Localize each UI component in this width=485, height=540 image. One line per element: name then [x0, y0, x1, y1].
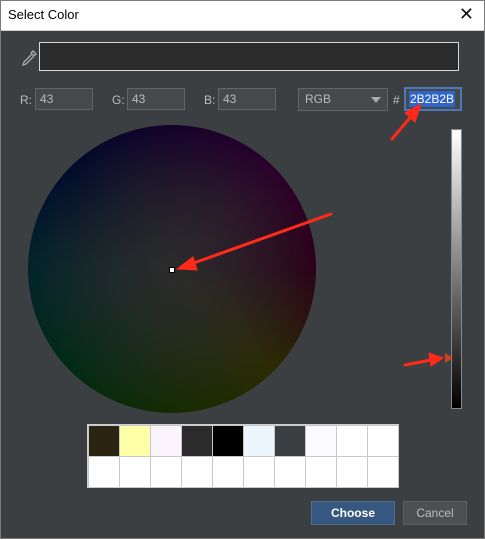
choose-button[interactable]: Choose — [311, 501, 395, 525]
hex-prefix: # — [393, 93, 400, 107]
color-mode-value: RGB — [305, 92, 332, 106]
color-swatch[interactable] — [242, 455, 275, 488]
color-swatch[interactable] — [273, 424, 306, 457]
color-swatch[interactable] — [180, 455, 213, 488]
color-swatch[interactable] — [242, 424, 275, 457]
color-swatch[interactable] — [366, 424, 399, 457]
color-swatch[interactable] — [211, 424, 244, 457]
color-swatch[interactable] — [304, 455, 337, 488]
g-label: G: — [112, 93, 125, 107]
color-swatch[interactable] — [118, 424, 151, 457]
annotation-arrow-hex — [390, 112, 415, 141]
color-wheel-cursor[interactable] — [169, 267, 175, 273]
color-swatch[interactable] — [149, 455, 182, 488]
r-label: R: — [20, 93, 32, 107]
color-swatch[interactable] — [118, 455, 151, 488]
color-swatch[interactable] — [273, 455, 306, 488]
color-swatch[interactable] — [211, 455, 244, 488]
b-input[interactable]: 43 — [218, 88, 276, 110]
color-swatch[interactable] — [366, 455, 399, 488]
annotation-arrowhead-slider — [428, 352, 445, 367]
cancel-button[interactable]: Cancel — [403, 501, 467, 525]
color-swatch[interactable] — [180, 424, 213, 457]
r-input[interactable]: 43 — [35, 88, 93, 110]
color-mode-select[interactable]: RGB — [298, 88, 388, 111]
g-input[interactable]: 43 — [127, 88, 185, 110]
color-swatch[interactable] — [304, 424, 337, 457]
title-bar: Select Color ✕ — [1, 1, 484, 31]
color-swatch[interactable] — [335, 424, 368, 457]
eyedropper-icon[interactable] — [19, 48, 39, 68]
color-swatch[interactable] — [87, 424, 120, 457]
color-swatch[interactable] — [335, 455, 368, 488]
hex-value: 2B2B2B — [409, 91, 456, 107]
color-preview — [39, 42, 459, 71]
close-icon[interactable]: ✕ — [459, 4, 474, 24]
color-picker-dialog: Select Color ✕ R: 43 G: 43 B: 43 RGB # 2… — [0, 0, 485, 539]
hex-input[interactable]: 2B2B2B — [404, 87, 462, 111]
recent-colors-palette — [87, 424, 399, 488]
color-swatch[interactable] — [149, 424, 182, 457]
brightness-slider[interactable] — [451, 129, 462, 409]
annotation-arrow-slider — [403, 358, 433, 367]
window-title: Select Color — [8, 7, 79, 22]
chevron-down-icon — [371, 97, 381, 103]
b-label: B: — [204, 93, 216, 107]
color-swatch[interactable] — [87, 455, 120, 488]
brightness-slider-thumb[interactable] — [445, 353, 453, 363]
